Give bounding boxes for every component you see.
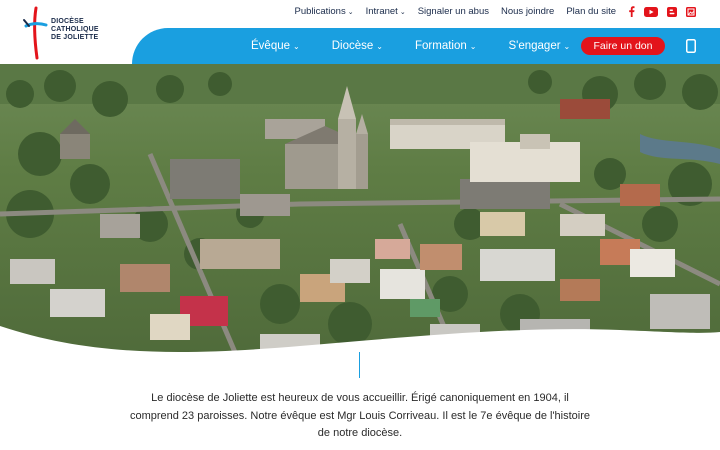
logo-wordmark: DIOCÈSE CATHOLIQUE DE JOLIETTE: [51, 18, 99, 42]
top-nav: Publications ⌄ Intranet ⌄ Signaler un ab…: [294, 6, 696, 17]
top-nav-label: Nous joindre: [501, 6, 555, 17]
top-nav-label: Plan du site: [566, 6, 616, 17]
top-nav-nous-joindre[interactable]: Nous joindre: [501, 6, 554, 17]
chevron-down-icon: ⌄: [399, 8, 406, 16]
top-nav-label: Signaler un abus: [417, 6, 489, 17]
main-nav-eveque[interactable]: Évêque ⌄: [251, 40, 300, 52]
main-nav-label: Évêque: [251, 40, 291, 52]
main-nav-label: Formation: [414, 40, 467, 52]
social-links: [628, 6, 696, 17]
intro-text: Le diocèse de Joliette est heureux de vo…: [129, 392, 591, 439]
logo-line: CATHOLIQUE: [51, 26, 99, 33]
donate-button[interactable]: Faire un don: [581, 37, 665, 55]
hero-aerial-image: [0, 64, 720, 364]
top-nav-intranet[interactable]: Intranet ⌄: [366, 6, 406, 17]
facebook-icon[interactable]: [628, 6, 635, 17]
logo-line: DIOCÈSE: [51, 18, 84, 25]
main-nav-diocese[interactable]: Diocèse ⌄: [332, 40, 383, 52]
top-nav-label: Publications: [294, 6, 346, 17]
flickr-icon[interactable]: [686, 6, 696, 17]
chevron-down-icon: ⌄: [347, 8, 354, 16]
aerial-city-cathedral-photo: [0, 64, 720, 364]
cross-logo-icon: [23, 6, 48, 60]
main-nav-formation[interactable]: Formation ⌄: [415, 40, 476, 52]
main-nav: Évêque ⌄ Diocèse ⌄ Formation ⌄ S'engager…: [251, 28, 602, 64]
top-nav-plan-du-site[interactable]: Plan du site: [566, 6, 616, 17]
chevron-down-icon: ⌄: [293, 41, 300, 51]
chevron-down-icon: ⌄: [469, 41, 477, 51]
decorative-divider: [359, 352, 360, 378]
top-nav-signaler-abus[interactable]: Signaler un abus: [418, 6, 489, 17]
youtube-icon[interactable]: [644, 6, 658, 17]
chevron-down-icon: ⌄: [376, 41, 383, 51]
chevron-down-icon: ⌄: [563, 41, 571, 51]
main-nav-label: Diocèse: [331, 40, 374, 52]
top-nav-label: Intranet: [365, 6, 398, 17]
blogger-icon[interactable]: [667, 6, 677, 17]
donate-label: Faire un don: [593, 40, 653, 52]
diocese-logo[interactable]: DIOCÈSE CATHOLIQUE DE JOLIETTE: [22, 6, 132, 60]
hamburger-icon[interactable]: [686, 39, 696, 53]
top-nav-publications[interactable]: Publications ⌄: [294, 6, 353, 17]
main-nav-sengager[interactable]: S'engager ⌄: [508, 40, 570, 52]
logo-line: DE JOLIETTE: [51, 34, 99, 41]
main-nav-label: S'engager: [508, 40, 561, 52]
